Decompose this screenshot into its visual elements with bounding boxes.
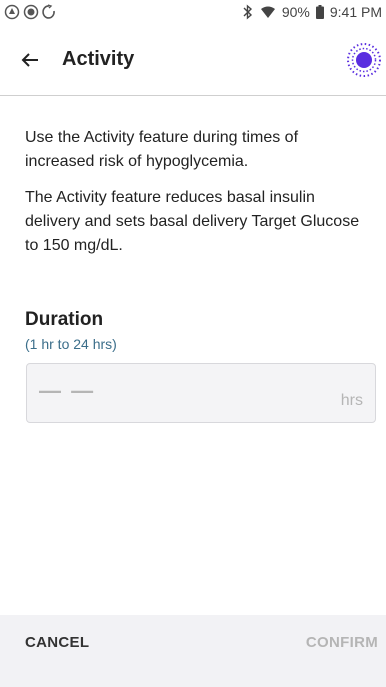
confirm-button[interactable]: CONFIRM xyxy=(306,634,378,651)
clock: 9:41 PM xyxy=(329,4,382,20)
record-icon xyxy=(23,4,39,20)
status-bar: 90% 9:41 PM xyxy=(0,0,386,24)
battery-percent: 90% xyxy=(281,4,310,20)
wifi-icon xyxy=(260,6,275,18)
pod-status-button[interactable] xyxy=(346,42,382,78)
page-title: Activity xyxy=(62,48,135,70)
back-button[interactable] xyxy=(0,32,60,88)
battery-icon xyxy=(315,5,324,19)
app-bar: Activity xyxy=(0,24,386,96)
sync-icon xyxy=(42,4,55,19)
cancel-button[interactable]: CANCEL xyxy=(25,634,89,651)
arrow-left-icon xyxy=(21,52,38,67)
duration-input[interactable]: — — hrs xyxy=(26,363,376,423)
bluetooth-icon xyxy=(243,4,252,20)
action-bar: CANCEL CONFIRM xyxy=(0,615,386,687)
description: Use the Activity feature during times of… xyxy=(25,126,365,270)
duration-unit: hrs xyxy=(340,392,363,409)
duration-heading: Duration xyxy=(25,309,104,330)
description-paragraph-2: The Activity feature reduces basal insul… xyxy=(25,189,360,254)
notification-icon xyxy=(4,4,20,20)
duration-value: — — xyxy=(39,378,96,403)
pod-status-icon xyxy=(347,43,381,77)
description-paragraph-1: Use the Activity feature during times of… xyxy=(25,129,299,170)
duration-range: (1 hr to 24 hrs) xyxy=(25,336,117,352)
notification-icons xyxy=(4,4,56,20)
